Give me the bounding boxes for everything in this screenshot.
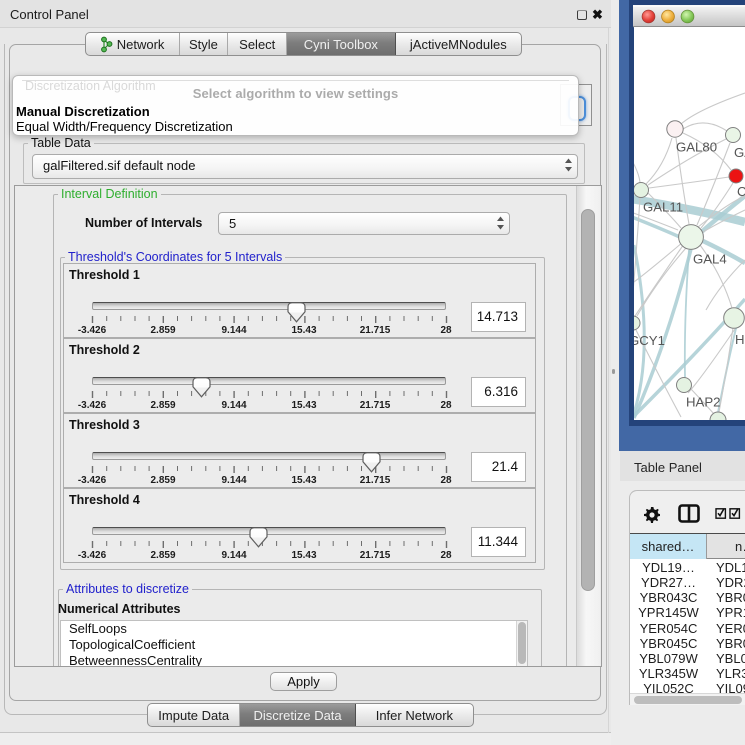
svg-text:H: H	[735, 332, 745, 347]
svg-text:GAL11: GAL11	[643, 200, 683, 215]
svg-text:C: C	[737, 184, 745, 199]
svg-text:GAL: GAL	[734, 145, 745, 160]
svg-text:GAL80: GAL80	[676, 140, 717, 155]
svg-text:GAL4: GAL4	[693, 252, 727, 267]
svg-text:HAP2: HAP2	[686, 395, 720, 410]
svg-text:GCY1: GCY1	[629, 333, 665, 348]
